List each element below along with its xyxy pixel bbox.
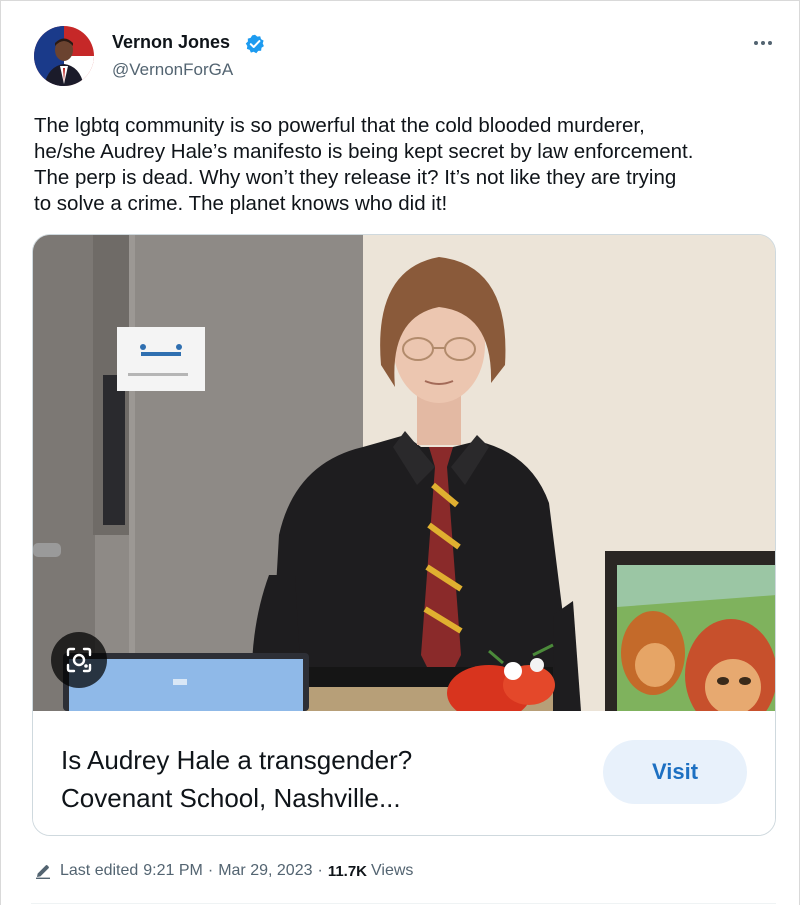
tweet: Vernon Jones @VernonForGA The lgbtq comm… bbox=[0, 0, 800, 905]
divider bbox=[31, 903, 776, 904]
last-edited-label[interactable]: Last edited bbox=[60, 862, 138, 880]
link-card[interactable]: Is Audrey Hale a transgender? Covenant S… bbox=[32, 234, 776, 836]
views-count[interactable]: 11.7K bbox=[328, 863, 367, 880]
card-title-line-2: Covenant School, Nashville... bbox=[61, 783, 401, 813]
tweet-meta: Last edited 9:21 PM · Mar 29, 2023 · 11.… bbox=[34, 859, 413, 883]
visit-button[interactable]: Visit bbox=[603, 740, 747, 804]
lens-icon[interactable] bbox=[51, 632, 107, 688]
tweet-time[interactable]: 9:21 PM bbox=[143, 862, 203, 880]
card-title[interactable]: Is Audrey Hale a transgender? Covenant S… bbox=[61, 741, 581, 817]
author-handle[interactable]: @VernonForGA bbox=[112, 60, 233, 80]
avatar[interactable] bbox=[34, 26, 94, 86]
card-title-line-1: Is Audrey Hale a transgender? bbox=[61, 745, 413, 775]
verified-badge-icon bbox=[245, 34, 265, 54]
tweet-date[interactable]: Mar 29, 2023 bbox=[218, 862, 312, 880]
views-label[interactable]: Views bbox=[371, 862, 413, 880]
pencil-icon bbox=[34, 862, 52, 880]
separator: · bbox=[317, 862, 323, 879]
card-image[interactable] bbox=[33, 235, 775, 711]
tweet-text: The lgbtq community is so powerful that … bbox=[34, 114, 694, 215]
more-icon[interactable] bbox=[746, 33, 780, 53]
separator: · bbox=[207, 862, 214, 879]
author-name[interactable]: Vernon Jones bbox=[112, 32, 230, 53]
card-footer[interactable]: Is Audrey Hale a transgender? Covenant S… bbox=[33, 711, 775, 835]
